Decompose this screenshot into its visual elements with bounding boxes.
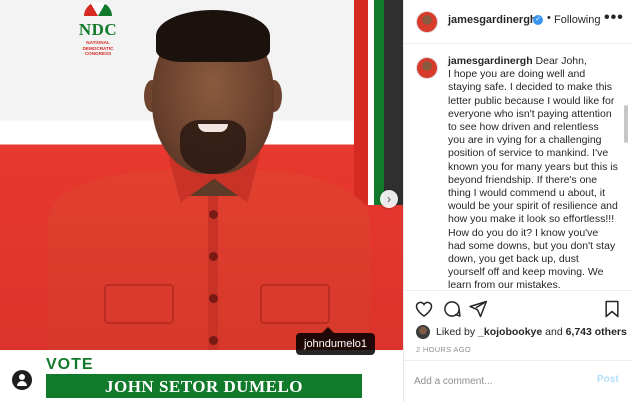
heart-icon[interactable] <box>414 299 434 319</box>
likes-count[interactable]: 6,743 others <box>566 326 627 338</box>
flag-stripe-dark <box>384 0 403 205</box>
caption-username[interactable]: jamesgardinergh <box>448 55 533 67</box>
user-tag-icon-body <box>17 381 27 386</box>
caption-avatar[interactable] <box>416 57 438 79</box>
next-slide-button[interactable]: › <box>380 190 398 208</box>
vote-label: VOTE <box>46 356 94 373</box>
scrollbar[interactable] <box>624 105 628 143</box>
shirt-button <box>209 252 218 261</box>
header-separator: • <box>547 12 551 24</box>
user-tag-icon-head <box>19 374 25 380</box>
shirt-button <box>209 210 218 219</box>
share-icon[interactable] <box>468 299 488 319</box>
caption-area: jamesgardinergh Dear John, I hope you ar… <box>404 45 633 289</box>
caption-text: Dear John, I hope you are doing well and… <box>448 55 618 289</box>
shirt-pocket-right <box>260 284 330 324</box>
post-comment-button[interactable]: Post <box>597 374 619 385</box>
post-header: jamesgardinergh ✓ • Following ••• <box>404 0 633 44</box>
candidate-name: JOHN SETOR DUMELO <box>104 377 304 396</box>
comment-input[interactable] <box>414 373 584 389</box>
likes-row: Liked by _kojobookye and 6,743 others <box>404 322 633 342</box>
caption: jamesgardinergh Dear John, I hope you ar… <box>448 55 618 289</box>
likes-summary: Liked by _kojobookye and 6,743 others <box>436 326 627 338</box>
shirt-button <box>209 336 218 345</box>
shirt-button <box>209 294 218 303</box>
header-username[interactable]: jamesgardinergh <box>448 14 537 26</box>
user-tag-bubble[interactable]: johndumelo1 <box>296 327 375 355</box>
shirt-pocket-left <box>104 284 174 324</box>
smile <box>198 124 228 132</box>
flag-stripe-green <box>374 0 384 205</box>
post-media[interactable]: NDC NATIONAL DEMOCRATIC CONGRESS VOTE JO… <box>0 0 404 402</box>
comment-icon[interactable] <box>442 299 462 319</box>
action-bar <box>404 290 633 326</box>
user-tag-icon[interactable] <box>12 370 32 390</box>
bookmark-icon[interactable] <box>602 299 622 319</box>
post-timestamp[interactable]: 2 HOURS AGO <box>416 345 471 354</box>
more-options-icon[interactable]: ••• <box>604 9 624 27</box>
following-button[interactable]: Following <box>554 14 600 26</box>
likes-middle: and <box>542 326 566 338</box>
hair <box>156 10 270 62</box>
verified-badge-icon: ✓ <box>533 15 543 25</box>
add-comment-bar: Post <box>404 360 633 402</box>
liker-avatar[interactable] <box>416 325 430 339</box>
avatar[interactable] <box>416 11 438 33</box>
likes-prefix: Liked by <box>436 326 479 338</box>
post-sidebar: jamesgardinergh ✓ • Following ••• jamesg… <box>404 0 633 402</box>
candidate-photo <box>40 0 370 370</box>
liker-username[interactable]: _kojobookye <box>478 326 542 338</box>
